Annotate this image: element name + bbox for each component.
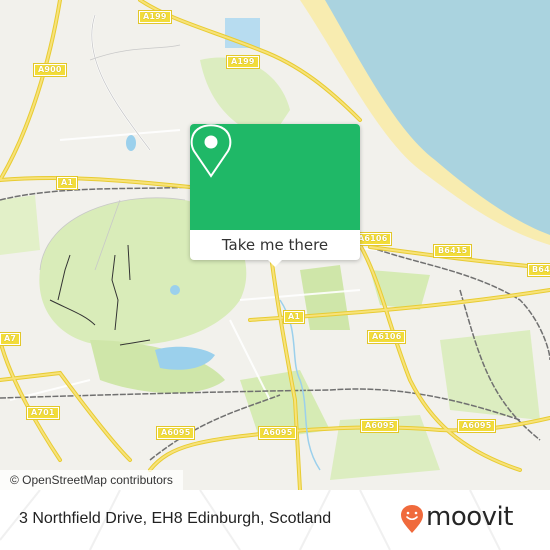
road-label-a1-center: A1 <box>282 310 306 324</box>
road-label-a6106: A6106 <box>366 330 407 344</box>
moovit-pin-icon <box>401 505 423 533</box>
footer-bar: 3 Northfield Drive, EH8 Edinburgh, Scotl… <box>0 490 550 550</box>
park-area <box>90 340 225 394</box>
road-label-a1-west: A1 <box>55 176 79 190</box>
park-area <box>300 265 350 330</box>
road-label-a900: A900 <box>33 63 67 77</box>
road-label-a701: A701 <box>26 406 60 420</box>
popup-tail <box>268 260 282 267</box>
take-me-there-button[interactable]: Take me there <box>190 230 360 260</box>
park-area <box>0 195 40 255</box>
road-label-a6095-1: A6095 <box>155 426 196 440</box>
map-view[interactable]: A199 A199 A900 A1 A6106 B6415 B64 A1 A61… <box>0 0 550 490</box>
moovit-logo[interactable]: moovit <box>400 502 550 536</box>
road-label-a7: A7 <box>0 332 22 346</box>
road-label-a199-north: A199 <box>138 10 172 24</box>
lake <box>170 285 180 295</box>
map-pin-icon <box>190 124 232 178</box>
road-label-b6415-east: B64 <box>527 263 550 277</box>
popup-header[interactable] <box>190 124 360 230</box>
take-me-there-popup[interactable]: Take me there <box>190 124 360 267</box>
attribution-text: © OpenStreetMap contributors <box>10 473 173 487</box>
road-label-a6095-4: A6095 <box>456 419 497 433</box>
address-text: 3 Northfield Drive, EH8 Edinburgh, Scotl… <box>19 510 332 527</box>
road-label-a6095-2: A6095 <box>257 426 298 440</box>
map-attribution[interactable]: © OpenStreetMap contributors <box>0 470 183 490</box>
lake <box>126 135 136 151</box>
road-label-b6415: B6415 <box>432 244 473 258</box>
road-label-a199-east: A199 <box>226 55 260 69</box>
road-label-a6095-3: A6095 <box>359 419 400 433</box>
park-area <box>440 330 540 420</box>
brand-name: moovit <box>426 502 513 532</box>
